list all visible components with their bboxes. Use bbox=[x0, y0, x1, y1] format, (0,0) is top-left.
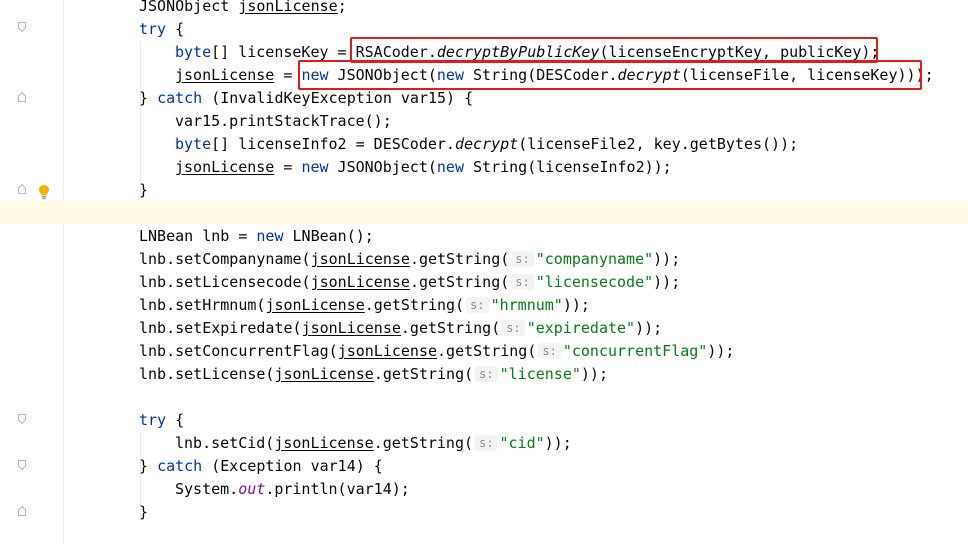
code-token: JSONObject bbox=[139, 0, 239, 15]
code-token: jsonLicense bbox=[175, 66, 275, 84]
code-token: jsonLicense bbox=[274, 434, 374, 452]
code-token: } bbox=[139, 457, 158, 475]
code-line[interactable]: lnb.setExpiredate(jsonLicense.getString(… bbox=[139, 317, 662, 340]
parameter-hint: s: bbox=[511, 274, 534, 290]
code-line[interactable]: jsonLicense = new JSONObject(new String(… bbox=[175, 156, 672, 179]
parameter-hint: s: bbox=[511, 251, 534, 267]
code-token: { bbox=[166, 411, 185, 429]
keyword: byte bbox=[175, 135, 212, 153]
code-token: System. bbox=[175, 480, 239, 498]
code-token: ; bbox=[337, 0, 347, 15]
code-token: lnb.setHrmnum( bbox=[139, 296, 266, 314]
parameter-hint: s: bbox=[475, 366, 498, 382]
code-line[interactable]: System.out.println(var14); bbox=[175, 478, 410, 501]
code-token: jsonLicense bbox=[301, 319, 401, 337]
code-token: .getString( bbox=[400, 319, 501, 337]
code-token: { bbox=[166, 20, 185, 38]
string-literal: "licensecode" bbox=[535, 273, 654, 291]
code-line[interactable]: } bbox=[139, 501, 148, 524]
parameter-hint: s: bbox=[466, 297, 489, 313]
string-literal: "companyname" bbox=[535, 250, 654, 268]
code-token: (Exception var14) { bbox=[202, 457, 383, 475]
parameter-hint: s: bbox=[538, 343, 561, 359]
code-token: )); bbox=[580, 365, 608, 383]
code-line[interactable]: JSONObject jsonLicense; bbox=[139, 0, 347, 18]
code-token: jsonLicense bbox=[310, 273, 410, 291]
code-token: )); bbox=[707, 342, 735, 360]
code-token: lnb.setLicensecode( bbox=[139, 273, 311, 291]
keyword: new bbox=[301, 158, 329, 176]
code-token: (InvalidKeyException var15) { bbox=[202, 89, 474, 107]
code-token: } bbox=[139, 89, 158, 107]
string-literal: "license" bbox=[499, 365, 581, 383]
code-token: )); bbox=[544, 434, 572, 452]
code-token: jsonLicense bbox=[310, 250, 410, 268]
keyword: catch bbox=[157, 457, 203, 475]
code-line[interactable]: LNBean lnb = new LNBean(); bbox=[139, 225, 374, 248]
code-token: .getString( bbox=[373, 434, 474, 452]
code-token: } bbox=[139, 181, 149, 199]
code-token: .getString( bbox=[409, 250, 510, 268]
code-token: jsonLicense bbox=[238, 0, 338, 15]
code-token: } bbox=[139, 503, 149, 521]
code-token: lnb.setCompanyname( bbox=[139, 250, 311, 268]
code-token: = bbox=[274, 158, 302, 176]
code-token: out bbox=[238, 480, 266, 498]
code-line[interactable]: } bbox=[139, 179, 148, 202]
code-token: .getString( bbox=[437, 342, 537, 360]
code-token: lnb.setLicense( bbox=[139, 365, 275, 383]
string-literal: "concurrentFlag" bbox=[562, 342, 708, 360]
code-token: decrypt bbox=[454, 135, 519, 153]
code-token: .println(var14); bbox=[265, 480, 410, 498]
code-token: .getString( bbox=[373, 365, 474, 383]
code-line[interactable]: byte[] licenseInfo2 = DESCoder.decrypt(l… bbox=[175, 133, 798, 156]
code-token: jsonLicense bbox=[274, 365, 374, 383]
code-token: jsonLicense bbox=[265, 296, 365, 314]
code-token: jsonLicense bbox=[175, 158, 275, 176]
code-line[interactable]: lnb.setLicensecode(jsonLicense.getString… bbox=[139, 271, 680, 294]
string-literal: "hrmnum" bbox=[490, 296, 563, 314]
code-token: (licenseFile2, key.getBytes()); bbox=[518, 135, 799, 153]
code-token: lnb.setCid( bbox=[175, 434, 275, 452]
code-line[interactable]: lnb.setCompanyname(jsonLicense.getString… bbox=[139, 248, 680, 271]
code-token: .getString( bbox=[364, 296, 465, 314]
code-token: lnb.setExpiredate( bbox=[139, 319, 302, 337]
keyword: new bbox=[256, 227, 284, 245]
parameter-hint: s: bbox=[502, 320, 525, 336]
code-token: JSONObject( bbox=[328, 158, 437, 176]
code-token: )); bbox=[635, 319, 663, 337]
code-line[interactable]: var15.printStackTrace(); bbox=[175, 110, 392, 133]
parameter-hint: s: bbox=[475, 435, 498, 451]
code-token: LNBean lnb = bbox=[139, 227, 257, 245]
code-token: )); bbox=[653, 250, 681, 268]
code-token: LNBean(); bbox=[283, 227, 374, 245]
code-line[interactable]: } catch (InvalidKeyException var15) { bbox=[139, 87, 473, 110]
code-line[interactable]: lnb.setCid(jsonLicense.getString(s: "cid"… bbox=[175, 432, 572, 455]
keyword: try bbox=[139, 20, 167, 38]
code-token: var15.printStackTrace(); bbox=[175, 112, 392, 130]
string-literal: "cid" bbox=[499, 434, 545, 452]
keyword: new bbox=[436, 158, 464, 176]
code-token: lnb.setConcurrentFlag( bbox=[139, 342, 338, 360]
code-line[interactable]: lnb.setLicense(jsonLicense.getString(s: "… bbox=[139, 363, 608, 386]
code-token: .getString( bbox=[409, 273, 510, 291]
code-line[interactable]: } catch (Exception var14) { bbox=[139, 455, 383, 478]
code-token: String(licenseInfo2)); bbox=[464, 158, 672, 176]
keyword: byte bbox=[175, 43, 212, 61]
keyword: catch bbox=[157, 89, 203, 107]
code-line[interactable]: try { bbox=[139, 18, 184, 41]
code-token: jsonLicense bbox=[337, 342, 438, 360]
code-line[interactable]: try { bbox=[139, 409, 184, 432]
string-literal: "expiredate" bbox=[526, 319, 636, 337]
highlight-box-decrypt-license bbox=[298, 60, 922, 90]
code-token: [] licenseInfo2 = DESCoder. bbox=[211, 135, 455, 153]
keyword: try bbox=[139, 411, 167, 429]
code-token: )); bbox=[653, 273, 681, 291]
code-line[interactable]: lnb.setConcurrentFlag(jsonLicense.getStr… bbox=[139, 340, 734, 363]
code-token: )); bbox=[562, 296, 590, 314]
code-line[interactable]: lnb.setHrmnum(jsonLicense.getString(s: "h… bbox=[139, 294, 590, 317]
